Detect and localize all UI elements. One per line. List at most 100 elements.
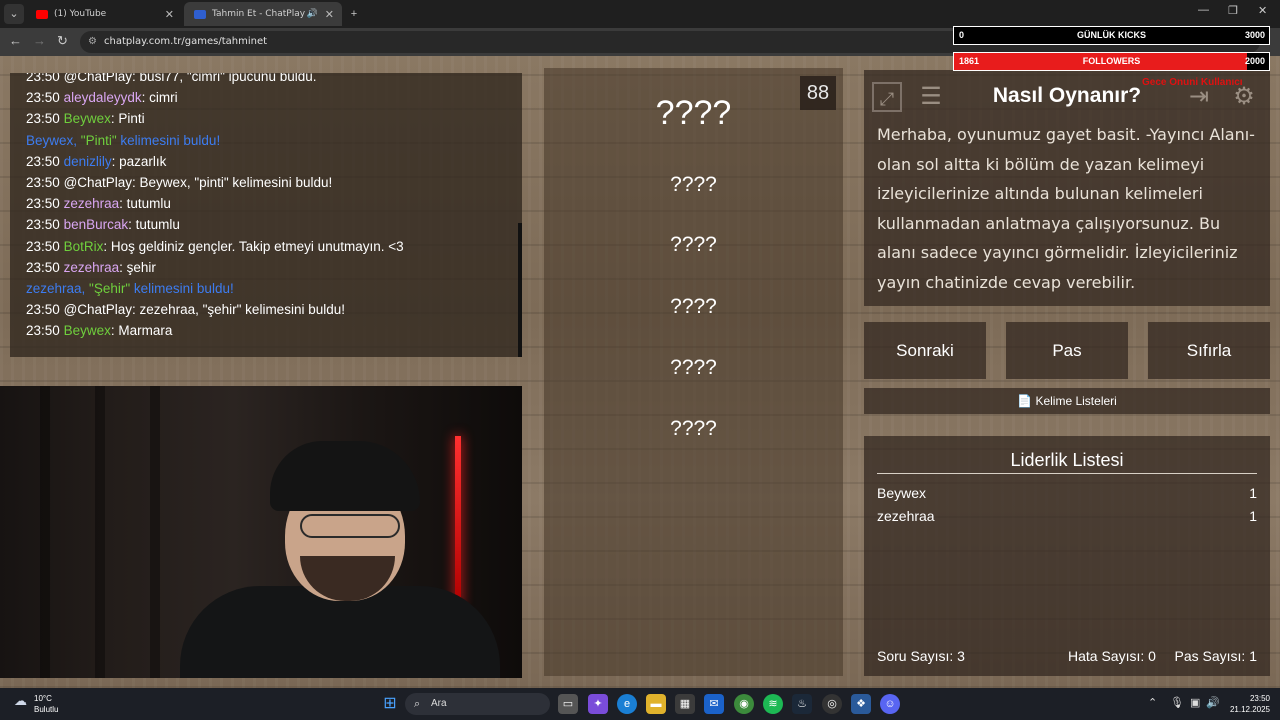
followers-label: FOLLOWERS — [1082, 56, 1141, 66]
forbidden-word: ???? — [670, 417, 717, 440]
next-button[interactable]: Sonraki — [864, 322, 986, 379]
leaderboard-title: Liderlik Listesi — [1010, 450, 1124, 470]
network-icon[interactable]: ▣ — [1190, 696, 1200, 709]
search-icon: ⌕ — [414, 698, 421, 710]
chat-text: : Pinti — [110, 111, 145, 127]
edge-icon[interactable]: e — [617, 694, 637, 714]
chat-message: 23:50 BotRix: Hoş geldiniz gençler. Taki… — [26, 239, 404, 254]
restore-icon[interactable]: ❐ — [1228, 4, 1238, 17]
chat-text: : şehir — [119, 259, 156, 275]
chat-panel[interactable]: 23:50 @ChatPlay: busi77, "cimri" ipucunu… — [10, 73, 522, 357]
chat-found-word: "Pinti" — [80, 132, 117, 148]
chat-message: 23:50 @ChatPlay: Beywex, "pinti" kelimes… — [26, 175, 332, 190]
reload-icon[interactable]: ↻ — [57, 33, 68, 49]
chat-message: 23:50 zezehraa: şehir — [26, 260, 156, 275]
back-arrow-icon[interactable]: ← — [9, 33, 22, 48]
player-name: Beywex — [877, 485, 927, 501]
audio-playing-icon[interactable]: 🔊 — [307, 9, 318, 19]
chat-username[interactable]: zezehraa, — [26, 281, 89, 296]
reset-button[interactable]: Sıfırla — [1148, 322, 1270, 379]
streamer-glasses — [300, 514, 400, 538]
error-count: Hata Sayısı: 0 — [1068, 648, 1156, 664]
chat-found-word: "Şehir" — [89, 281, 131, 296]
divider — [877, 473, 1257, 474]
chat-scrollbar[interactable] — [518, 223, 522, 357]
chat-message: 23:50 benBurcak: tutumlu — [26, 217, 180, 232]
weather-widget[interactable]: ☁ 10°C Bulutlu — [14, 693, 58, 715]
windows-start-icon[interactable]: ⊞ — [380, 694, 400, 714]
tab-title: Tahmin Et - ChatPlay — [212, 9, 306, 19]
chat-username[interactable]: Beywex, — [26, 133, 81, 148]
taskbar-search[interactable]: ⌕ Ara — [405, 693, 550, 715]
chat-time: 23:50 — [26, 238, 60, 254]
chat-time: 23:50 — [26, 175, 60, 190]
spotify-icon[interactable]: ≋ — [763, 694, 783, 714]
url-text: chatplay.com.tr/games/tahminet — [104, 36, 268, 47]
copilot-icon[interactable]: ✦ — [588, 694, 608, 714]
kicks-label: GÜNLÜK KICKS — [1077, 30, 1146, 40]
chat-username[interactable]: @ChatPlay — [64, 175, 132, 190]
minimize-icon[interactable]: — — [1198, 4, 1209, 16]
chat-text: : busi77, "cimri" ipucunu buldu. — [132, 73, 317, 84]
chat-username[interactable]: zezehraa — [64, 260, 120, 275]
tab-chatplay[interactable]: Tahmin Et - ChatPlay 🔊 ✕ — [184, 2, 342, 26]
mail-icon[interactable]: ✉ — [704, 694, 724, 714]
microphone-icon[interactable]: 🎙 — [1170, 696, 1184, 709]
word-lists-button[interactable]: 📄 Kelime Listeleri — [864, 388, 1270, 414]
weather-desc: Bulutlu — [34, 705, 59, 714]
chat-text: : zezehraa, "şehir" kelimesini buldu! — [132, 302, 345, 318]
new-tab-plus-icon[interactable]: + — [344, 4, 364, 24]
tab-list-chevron-icon[interactable]: ⌄ — [4, 4, 24, 24]
clock-time: 23:50 — [1249, 694, 1270, 703]
chat-username[interactable]: aleydaleyydk — [64, 90, 142, 105]
chat-text: : tutumlu — [128, 217, 180, 233]
steam-icon[interactable]: ♨ — [792, 694, 812, 714]
tray-chevron-icon[interactable]: ⌃ — [1148, 696, 1157, 709]
chat-username[interactable]: @ChatPlay — [64, 302, 132, 317]
chat-username[interactable]: benBurcak — [64, 217, 129, 232]
cloud-icon: ☁ — [14, 693, 27, 708]
chat-username[interactable]: Beywex — [64, 111, 111, 126]
app-icon[interactable]: ❖ — [851, 694, 871, 714]
forward-arrow-icon[interactable]: → — [33, 33, 46, 48]
pass-button[interactable]: Pas — [1006, 322, 1128, 379]
chat-username[interactable]: zezehraa — [64, 196, 120, 211]
youtube-favicon-icon — [36, 9, 48, 19]
chat-text: kelimesini buldu! — [116, 132, 221, 148]
windows-taskbar: ☁ 10°C Bulutlu ⊞ ⌕ Ara ▭ ✦ e ▬ ▦ ✉ ◉ ≋ ♨… — [0, 688, 1280, 720]
forbidden-word: ???? — [670, 356, 717, 379]
tab-youtube[interactable]: (1) YouTube ✕ — [26, 2, 182, 26]
close-tab-icon[interactable]: ✕ — [325, 8, 334, 21]
task-view-icon[interactable]: ▭ — [558, 694, 578, 714]
chat-message: 23:50 Beywex: Pinti — [26, 111, 145, 126]
chatplay-favicon-icon — [194, 9, 206, 19]
discord-icon[interactable]: ☺ — [880, 694, 900, 714]
file-explorer-icon[interactable]: ▬ — [646, 694, 666, 714]
volume-icon[interactable]: 🔊 — [1206, 696, 1220, 709]
chrome-icon[interactable]: ◉ — [734, 694, 754, 714]
chat-username[interactable]: BotRix — [64, 239, 104, 254]
search-placeholder: Ara — [431, 698, 447, 709]
close-window-icon[interactable]: ✕ — [1258, 4, 1267, 17]
leaderboard-row: zezehraa 1 — [877, 508, 1257, 524]
daily-kicks-bar: 0 GÜNLÜK KICKS 3000 — [953, 26, 1270, 45]
store-icon[interactable]: ▦ — [675, 694, 695, 714]
forbidden-word: ???? — [670, 233, 717, 256]
main-word: ???? — [655, 94, 732, 132]
site-info-icon[interactable]: ⚙ — [88, 31, 97, 53]
chat-username[interactable]: denizlily — [64, 154, 112, 169]
chat-username[interactable]: Beywex — [64, 323, 111, 338]
player-score: 1 — [1249, 508, 1257, 524]
chat-text: : cimri — [141, 90, 178, 106]
clock[interactable]: 23:50 21.12.2025 — [1230, 693, 1270, 715]
chat-username[interactable]: @ChatPlay — [64, 73, 132, 84]
chat-time: 23:50 — [26, 153, 60, 169]
chat-time: 23:50 — [26, 302, 60, 318]
game-page: 23:50 @ChatPlay: busi77, "cimri" ipucunu… — [0, 56, 1280, 688]
obs-icon[interactable]: ◎ — [822, 694, 842, 714]
list-icon: 📄 — [1017, 394, 1033, 408]
tab-title: (1) YouTube — [54, 9, 107, 19]
timer-counter: 88 — [800, 76, 836, 110]
chat-message: 23:50 Beywex: Marmara — [26, 323, 172, 338]
close-tab-icon[interactable]: ✕ — [165, 8, 174, 21]
